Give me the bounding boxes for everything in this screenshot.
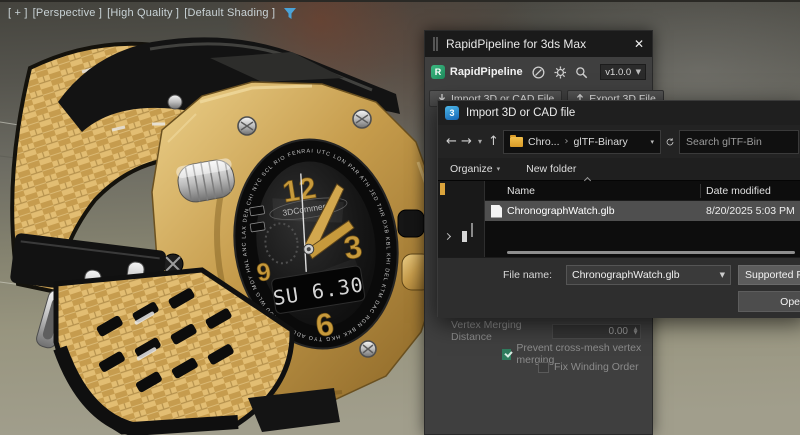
panel-grip-icon[interactable]	[433, 37, 438, 51]
breadcrumb-current[interactable]: glTF-Binary	[574, 136, 628, 148]
back-icon[interactable]: ←	[446, 134, 457, 149]
open-button[interactable]: Open	[738, 291, 800, 312]
viewport-shading-label[interactable]: [Default Shading ]	[184, 7, 275, 19]
horizontal-scrollbar[interactable]	[507, 251, 795, 254]
version-value: v1.0.0	[605, 67, 631, 78]
rapidpipeline-logo-icon: R	[431, 65, 445, 79]
nav-pane-scrollbar[interactable]	[471, 223, 473, 237]
dialog-footer: File name: ChronographWatch.glb ▼ Suppor…	[438, 257, 800, 318]
dialog-navbar: ← → ▾ ↑ Chro... › glTF-Binary ▾	[438, 125, 800, 158]
tree-expand-chevron-icon[interactable]	[444, 233, 451, 240]
viewport-label: [ + ] [Perspective ] [High Quality ] [De…	[8, 7, 296, 19]
viewport-plus-label[interactable]: [ + ]	[8, 7, 28, 19]
file-date: 8/20/2025 5:03 PM	[700, 205, 795, 217]
fix-winding-label: Fix Winding Order	[554, 361, 639, 373]
file-row-selected[interactable]: ChronographWatch.glb 8/20/2025 5:03 PM	[485, 201, 800, 221]
file-list: Name Date modified ChronographWatch.glb …	[485, 181, 800, 257]
prevent-merge-checkbox[interactable]	[502, 349, 511, 360]
new-folder-button[interactable]: New folder	[526, 163, 576, 175]
new-folder-label: New folder	[526, 163, 576, 175]
gear-icon[interactable]	[554, 66, 567, 79]
column-header-date[interactable]: Date modified	[701, 185, 771, 197]
folder-icon	[510, 137, 523, 147]
version-dropdown[interactable]: v1.0.0 ▼	[600, 64, 646, 80]
organize-label: Organize	[450, 163, 493, 175]
panel-title: RapidPipeline for 3ds Max	[446, 37, 626, 51]
column-header-name[interactable]: Name	[485, 185, 700, 197]
dialog-file-area: Name Date modified ChronographWatch.glb …	[438, 181, 800, 257]
import-file-dialog: 3 Import 3D or CAD file ← → ▾ ↑ Chro... …	[437, 100, 800, 317]
dialog-titlebar[interactable]: 3 Import 3D or CAD file	[438, 101, 800, 125]
dialog-title: Import 3D or CAD file	[466, 107, 575, 119]
dialog-nav-pane[interactable]	[438, 181, 485, 257]
viewport-perspective-label[interactable]: [Perspective ]	[33, 7, 102, 19]
vertex-merging-label: Vertex Merging Distance	[451, 319, 552, 343]
breadcrumb-dropdown-icon[interactable]: ▾	[650, 138, 654, 146]
svg-text:12: 12	[280, 172, 318, 210]
viewport-filter-icon[interactable]	[284, 8, 296, 19]
breadcrumb-separator-icon: ›	[565, 136, 569, 147]
3dsmax-app-icon: 3	[445, 106, 459, 120]
file-format-label: Supported Forma	[745, 269, 800, 281]
tree-item-icon[interactable]	[462, 231, 467, 242]
rapidpipeline-titlebar[interactable]: RapidPipeline for 3ds Max ✕	[425, 31, 652, 57]
vertex-merging-spinner[interactable]: 0.00 ▲▼	[552, 324, 641, 339]
screenshot-root: RAI UTC LON PAR ATH JED THR DXB KBL KHI …	[0, 0, 800, 435]
list-header-row: Name Date modified	[485, 181, 800, 201]
file-name: ChronographWatch.glb	[507, 205, 700, 217]
forward-icon[interactable]: →	[461, 134, 472, 149]
rapidpipeline-brand-name: RapidPipeline	[450, 66, 523, 78]
organize-caret-icon: ▾	[497, 165, 501, 173]
breadcrumb-parent[interactable]: Chro...	[528, 136, 560, 148]
panel-close-icon[interactable]: ✕	[634, 37, 644, 51]
rapidpipeline-brand-row: R RapidPipeline v1.0.0 ▼	[425, 57, 652, 87]
search-input[interactable]	[679, 130, 799, 154]
open-button-label: Open	[780, 296, 800, 308]
file-format-dropdown[interactable]: Supported Forma	[738, 265, 800, 285]
file-name-value: ChronographWatch.glb	[572, 269, 720, 281]
edit-icon[interactable]	[532, 66, 545, 79]
fix-winding-checkbox[interactable]	[538, 362, 549, 373]
watch-3d-model: RAI UTC LON PAR ATH JED THR DXB KBL KHI …	[0, 2, 460, 435]
viewport-quality-label[interactable]: [High Quality ]	[107, 7, 179, 19]
breadcrumb[interactable]: Chro... › glTF-Binary ▾	[503, 130, 661, 154]
organize-menu[interactable]: Organize ▾	[450, 163, 500, 175]
vertex-merging-value: 0.00	[553, 326, 631, 337]
file-icon	[491, 205, 502, 218]
refresh-icon[interactable]	[665, 132, 675, 152]
dialog-toolbar: Organize ▾ New folder	[438, 158, 800, 181]
combobox-dropdown-icon: ▼	[720, 271, 725, 279]
chevron-down-icon: ▼	[636, 68, 641, 76]
search-icon[interactable]	[575, 66, 588, 79]
nav-pane-folder-icon	[440, 183, 445, 195]
spinner-arrows-icon[interactable]: ▲▼	[631, 327, 640, 335]
file-name-label: File name:	[503, 269, 552, 281]
history-chevron-icon[interactable]: ▾	[476, 137, 484, 146]
up-icon[interactable]: ↑	[488, 134, 499, 149]
file-name-combobox[interactable]: ChronographWatch.glb ▼	[566, 265, 731, 285]
